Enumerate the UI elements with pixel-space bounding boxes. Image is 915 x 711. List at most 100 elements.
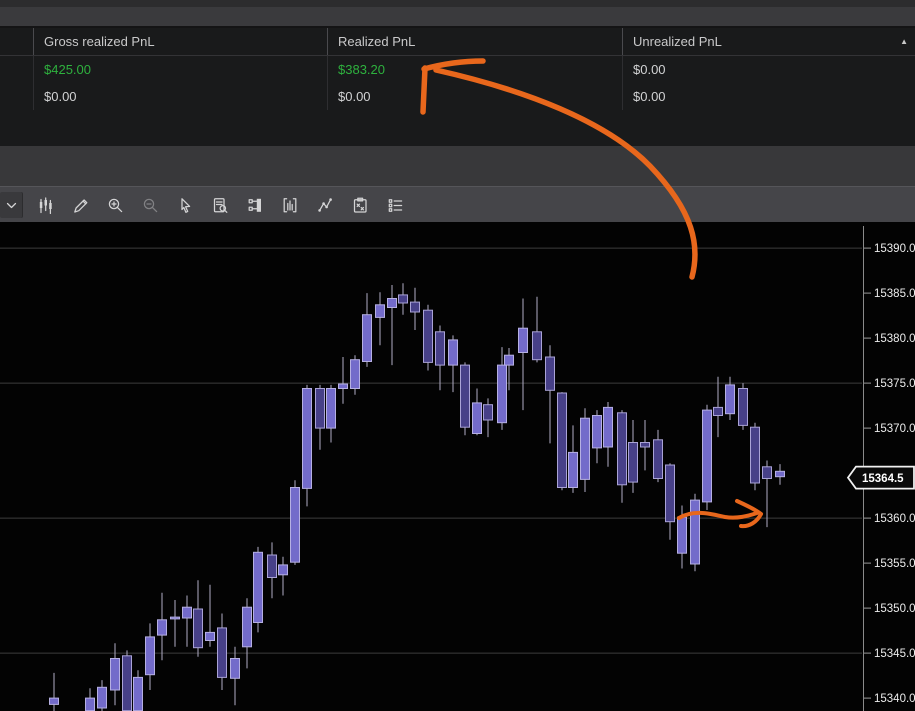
candle-body-up <box>170 616 180 620</box>
last-price-label: 15364.5 <box>862 473 904 485</box>
candle <box>157 592 167 661</box>
candle-body-up <box>253 551 263 623</box>
chevron-down-button[interactable] <box>0 192 23 218</box>
candle-body-up <box>504 354 514 366</box>
candle <box>628 420 638 493</box>
axis-tick-label: 15340.0 <box>874 693 915 705</box>
column-header-unrealized-pnl[interactable]: Unrealized PnL ▲ <box>622 28 915 55</box>
candle <box>545 345 555 444</box>
candle <box>483 398 493 438</box>
candle <box>205 584 215 647</box>
candle <box>85 688 95 711</box>
candle-body-down <box>762 466 772 480</box>
candle <box>253 546 263 633</box>
axis-tick-label: 15345.0 <box>874 648 915 660</box>
candle-body-up <box>362 314 372 362</box>
candle <box>145 623 155 690</box>
candle-body-up <box>775 470 785 478</box>
candle-body-down <box>398 294 408 304</box>
axis-tick-label: 15375.0 <box>874 378 915 390</box>
candle <box>775 464 785 485</box>
candle-body-down <box>545 356 555 391</box>
object-list-icon <box>388 198 402 212</box>
small-orange-arrow <box>735 499 763 516</box>
table-row[interactable]: $0.00 $0.00 $0.00 <box>0 83 915 110</box>
candle <box>49 672 59 711</box>
candle <box>580 408 590 492</box>
candle-body-up <box>518 327 528 353</box>
candle <box>278 556 288 596</box>
candle-body-down <box>532 331 542 361</box>
pnl-value-cell: $0.00 <box>622 83 915 110</box>
candle-body-down <box>653 439 663 480</box>
candle <box>750 422 760 491</box>
candle-body-down <box>122 655 132 711</box>
candle-body-up <box>182 606 192 619</box>
trading-platform-window: { "table": { "columns": [ {"label": "Gro… <box>0 0 915 711</box>
candlestick-chart-type-icon <box>39 196 52 214</box>
candle <box>242 598 252 669</box>
draw-pencil-icon <box>73 198 87 213</box>
data-window-button[interactable] <box>207 192 233 218</box>
candle <box>230 646 240 706</box>
candle-body-down <box>460 364 470 428</box>
candle <box>472 388 482 436</box>
candle <box>557 392 567 491</box>
zoom-in-icon <box>108 198 122 212</box>
chart-canvas[interactable]: 15390.0 15385.0 15380.0 15375.0 15370.0 15360… <box>0 222 915 711</box>
candle-body-up <box>472 402 482 434</box>
chevron-down-icon <box>6 202 16 208</box>
candle-body-up <box>205 631 215 641</box>
polyline-tool-icon <box>317 197 332 212</box>
zoom-out-icon <box>143 198 157 212</box>
window-top-strip <box>0 0 915 7</box>
candle <box>267 542 277 599</box>
candle <box>690 493 700 572</box>
candle-body-up <box>375 304 385 318</box>
candle <box>326 384 336 443</box>
axis-tick-label: 15370.0 <box>874 423 915 435</box>
candle-body-up <box>230 658 240 679</box>
axis-tick-label: 15380.0 <box>874 333 915 345</box>
polyline-tool-button[interactable] <box>312 192 338 218</box>
candle <box>338 357 348 404</box>
dom-ladder-icon <box>248 198 261 212</box>
candle-body-up <box>145 636 155 676</box>
candlestick-chart-type-button[interactable] <box>32 192 58 218</box>
candle <box>350 355 360 395</box>
candle-body-up <box>97 686 107 709</box>
volume-bars-button[interactable] <box>277 192 303 218</box>
candle-body-down <box>665 464 675 523</box>
candle-body-up <box>85 697 95 711</box>
candle-body-down <box>217 627 227 678</box>
candle <box>375 292 385 346</box>
zoom-in-button[interactable] <box>102 192 128 218</box>
candle <box>665 463 675 540</box>
candle-body-down <box>267 554 277 578</box>
sort-ascending-icon: ▲ <box>900 37 908 46</box>
candlestick-chart[interactable]: 15390.0 15385.0 15380.0 15375.0 15370.0 15360… <box>0 222 915 711</box>
zoom-out-button <box>137 192 163 218</box>
candle <box>217 613 227 690</box>
candle-body-down <box>628 442 638 483</box>
candle-body-down <box>557 392 567 488</box>
candle <box>568 425 578 493</box>
candle <box>193 580 203 657</box>
candle-body-down <box>410 301 420 313</box>
script-formula-button[interactable] <box>347 192 373 218</box>
candle-body-up <box>338 383 348 389</box>
candle <box>518 298 528 411</box>
chart-panel-header <box>0 146 915 186</box>
table-row[interactable]: $425.00 $383.20 $0.00 <box>0 56 915 83</box>
table-gutter <box>0 28 33 55</box>
axis-tick-label: 15390.0 <box>874 243 915 255</box>
candle <box>592 410 602 464</box>
dom-ladder-button[interactable] <box>242 192 268 218</box>
candle-body-down <box>315 388 325 429</box>
cursor-pointer-button[interactable] <box>172 192 198 218</box>
draw-pencil-button[interactable] <box>67 192 93 218</box>
candle-body-down <box>193 608 203 649</box>
column-header-realized-pnl[interactable]: Realized PnL <box>327 28 622 55</box>
object-list-button[interactable] <box>382 192 408 218</box>
column-header-gross-realized-pnl[interactable]: Gross realized PnL <box>33 28 327 55</box>
